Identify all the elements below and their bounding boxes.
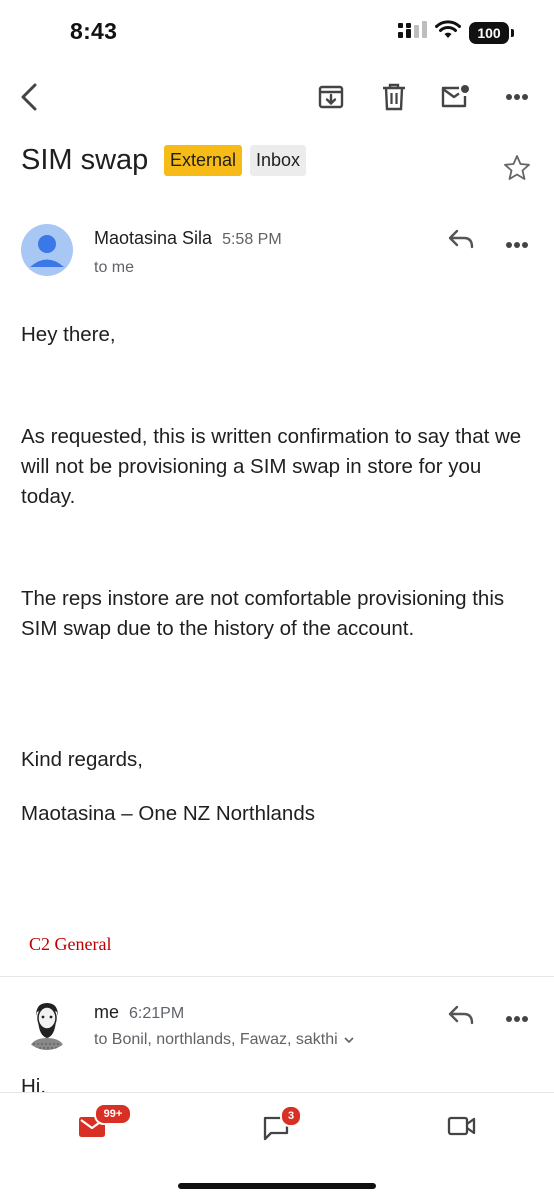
label-inbox[interactable]: Inbox <box>250 145 307 176</box>
battery-level: 100 <box>469 21 509 44</box>
sender-name: me <box>94 1002 120 1022</box>
my-avatar[interactable] <box>21 998 73 1050</box>
classification-label: C2 General <box>29 934 112 954</box>
chevron-down-icon <box>344 1031 354 1049</box>
cellular-signal-icon <box>397 20 427 45</box>
recipients: to Bonil, northlands, Fawaz, sakthi <box>94 1031 338 1048</box>
email-subject: SIM swap <box>21 144 149 176</box>
wifi-icon <box>435 20 461 45</box>
more-options-icon[interactable] <box>502 82 532 112</box>
label-external[interactable]: External <box>164 145 243 176</box>
signoff-text: Maotasina – One NZ Northlands <box>21 802 315 825</box>
back-arrow-icon[interactable] <box>14 82 44 112</box>
star-icon[interactable] <box>503 154 531 187</box>
nav-meet-tab[interactable] <box>447 1115 477 1139</box>
reply-icon[interactable] <box>447 227 475 256</box>
trash-icon[interactable] <box>379 82 409 112</box>
battery-icon: 100 <box>469 21 514 44</box>
closing-text: Kind regards, <box>21 748 143 771</box>
greeting-text: Hey there, <box>21 323 116 346</box>
message-more-icon[interactable] <box>505 236 529 254</box>
chat-badge: 3 <box>280 1105 302 1127</box>
reply-icon[interactable] <box>447 1003 475 1032</box>
sender-name: Maotasina Sila <box>94 228 213 248</box>
recipients[interactable]: to me <box>94 259 134 277</box>
message-divider <box>0 976 554 977</box>
mark-unread-icon[interactable] <box>440 82 470 112</box>
body-paragraph-2: The reps instore are not comfortable pro… <box>21 587 505 640</box>
message-more-icon[interactable] <box>505 1010 529 1028</box>
archive-icon[interactable] <box>316 82 346 112</box>
status-time: 8:43 <box>70 18 118 44</box>
body-paragraph-1: As requested, this is written confirmati… <box>21 425 522 508</box>
recipients-expander[interactable]: to Bonil, northlands, Fawaz, sakthi <box>94 1031 354 1049</box>
home-indicator[interactable] <box>178 1183 376 1189</box>
message1-header[interactable]: Maotasina Sila 5:58 PM <box>94 228 282 249</box>
nav-chat-tab[interactable]: 3 <box>262 1105 302 1141</box>
sender-avatar[interactable] <box>21 224 73 276</box>
message2-header[interactable]: me 6:21PM <box>94 1002 184 1023</box>
video-camera-icon <box>447 1116 476 1136</box>
mail-badge: 99+ <box>94 1103 132 1125</box>
nav-mail-tab[interactable]: 99+ <box>78 1103 132 1139</box>
status-indicators: 100 <box>397 20 514 45</box>
message-time: 5:58 PM <box>222 231 282 248</box>
message-time: 6:21PM <box>129 1005 185 1022</box>
